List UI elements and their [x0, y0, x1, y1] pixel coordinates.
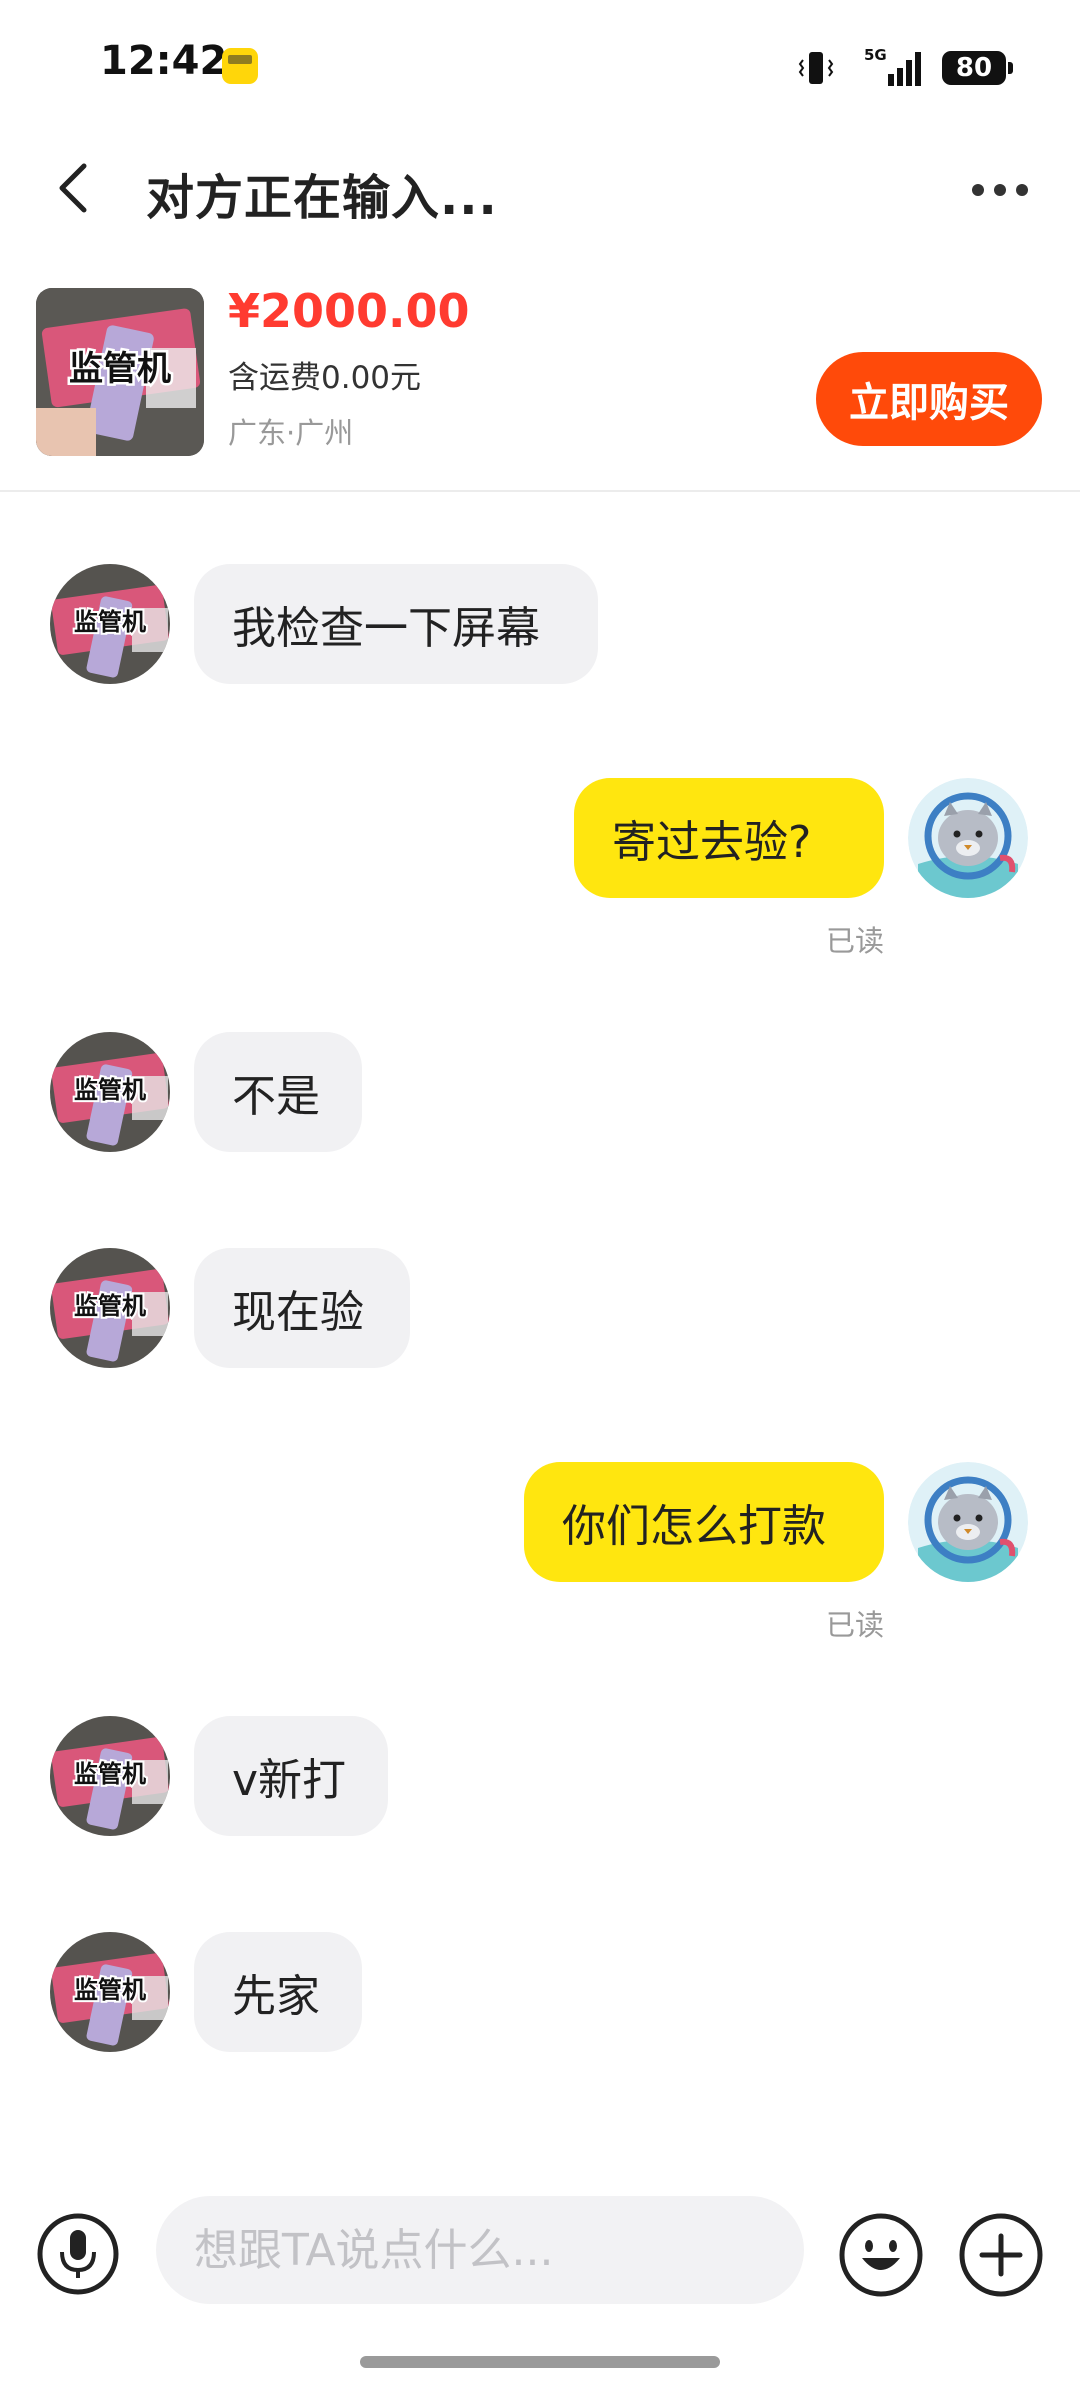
seller-avatar[interactable]: 监管机: [50, 1248, 170, 1368]
status-indicators: 5G 80: [796, 46, 1013, 90]
incoming-message: 监管机 先家: [0, 1932, 1080, 2052]
my-avatar[interactable]: [908, 1462, 1028, 1582]
seller-avatar[interactable]: 监管机: [50, 564, 170, 684]
message-bubble[interactable]: 现在验: [194, 1248, 410, 1368]
outgoing-message: 寄过去验?: [0, 778, 1080, 898]
chat-screen: 12:42 5G 80 对方正在输入... 监管机 ¥2000.00 含运费0.…: [0, 0, 1080, 2392]
signal-5g-icon: 5G: [864, 46, 921, 86]
app-notification-icon: [222, 48, 258, 84]
my-avatar[interactable]: [908, 778, 1028, 898]
read-receipt: 已读: [825, 924, 884, 958]
product-image[interactable]: 监管机: [36, 288, 204, 456]
message-bubble[interactable]: 寄过去验?: [574, 778, 884, 898]
battery-indicator: 80: [942, 51, 1013, 85]
more-actions-button[interactable]: [958, 2212, 1044, 2298]
status-time: 12:42: [100, 38, 228, 84]
message-bubble[interactable]: 你们怎么打款: [524, 1462, 884, 1582]
incoming-message: 监管机 现在验: [0, 1248, 1080, 1368]
emoji-button[interactable]: [838, 2212, 924, 2298]
message-bubble[interactable]: v新打: [194, 1716, 388, 1836]
more-options-button[interactable]: [964, 162, 1036, 218]
product-price: ¥2000.00: [228, 284, 470, 338]
seller-avatar[interactable]: 监管机: [50, 1932, 170, 2052]
svg-text:监管机: 监管机: [74, 608, 146, 636]
back-button[interactable]: [48, 158, 108, 218]
voice-input-button[interactable]: [36, 2212, 120, 2296]
message-bubble[interactable]: 不是: [194, 1032, 362, 1152]
read-receipt: 已读: [825, 1608, 884, 1642]
input-bar: [0, 2196, 1080, 2306]
buy-now-button[interactable]: 立即购买: [816, 352, 1042, 446]
svg-text:5G: 5G: [864, 46, 887, 64]
svg-text:监管机: 监管机: [74, 1076, 146, 1104]
product-location: 广东·广州: [228, 416, 354, 450]
incoming-message: 监管机 v新打: [0, 1716, 1080, 1836]
vibrate-icon: [798, 52, 834, 84]
seller-avatar[interactable]: 监管机: [50, 1716, 170, 1836]
seller-avatar[interactable]: 监管机: [50, 1032, 170, 1152]
svg-text:监管机: 监管机: [69, 349, 171, 389]
chat-title: 对方正在输入...: [146, 170, 498, 226]
message-bubble[interactable]: 我检查一下屏幕: [194, 564, 598, 684]
incoming-message: 监管机 不是: [0, 1032, 1080, 1152]
svg-text:监管机: 监管机: [74, 1292, 146, 1320]
home-indicator[interactable]: [360, 2356, 720, 2368]
outgoing-message: 你们怎么打款: [0, 1462, 1080, 1582]
status-bar: 12:42 5G 80: [0, 0, 1080, 130]
product-card[interactable]: 监管机 ¥2000.00 含运费0.00元 广东·广州 立即购买: [0, 280, 1080, 492]
battery-level: 80: [955, 53, 993, 83]
message-input[interactable]: [156, 2196, 804, 2304]
svg-text:监管机: 监管机: [74, 1760, 146, 1788]
shipping-fee: 含运费0.00元: [228, 360, 422, 396]
incoming-message: 监管机 我检查一下屏幕: [0, 564, 1080, 684]
message-bubble[interactable]: 先家: [194, 1932, 362, 2052]
chat-header: 对方正在输入...: [0, 140, 1080, 240]
svg-text:监管机: 监管机: [74, 1976, 146, 2004]
